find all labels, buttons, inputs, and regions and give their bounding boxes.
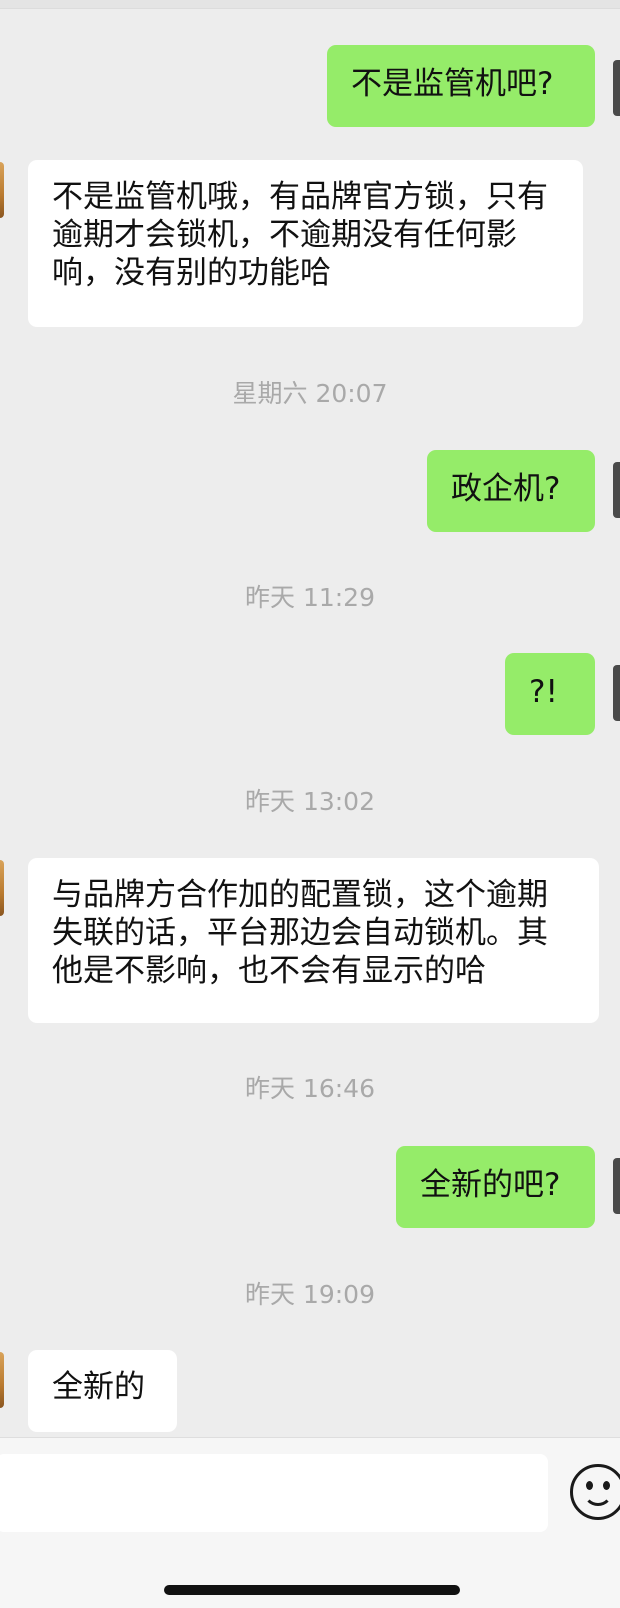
contact-avatar[interactable] <box>0 1352 4 1408</box>
home-indicator <box>164 1585 460 1595</box>
outgoing-message-bubble[interactable]: 政企机? <box>427 450 595 532</box>
timestamp: 昨天 19:09 <box>245 1280 375 1309</box>
timestamp: 星期六 20:07 <box>232 379 388 408</box>
contact-avatar[interactable] <box>0 860 4 916</box>
incoming-message-bubble[interactable]: 全新的 <box>28 1350 177 1432</box>
my-avatar[interactable] <box>613 1158 620 1214</box>
my-avatar[interactable] <box>613 60 620 116</box>
my-avatar[interactable] <box>613 462 620 518</box>
outgoing-message-bubble[interactable]: ?! <box>505 653 595 735</box>
input-bar <box>0 1437 620 1608</box>
smiley-face-icon[interactable] <box>570 1464 620 1520</box>
chat-message-list[interactable]: 不是监管机吧? 不是监管机哦，有品牌官方锁，只有逾期才会锁机，不逾期没有任何影响… <box>0 0 620 1437</box>
contact-avatar[interactable] <box>0 162 4 218</box>
my-avatar[interactable] <box>613 665 620 721</box>
outgoing-message-bubble[interactable]: 不是监管机吧? <box>327 45 595 127</box>
emoji-eye <box>603 1481 610 1490</box>
incoming-message-bubble[interactable]: 与品牌方合作加的配置锁，这个逾期失联的话，平台那边会自动锁机。其他是不影响，也不… <box>28 858 599 1023</box>
message-input[interactable] <box>0 1454 548 1532</box>
outgoing-message-bubble[interactable]: 全新的吧? <box>396 1146 595 1228</box>
emoji-eye <box>586 1481 593 1490</box>
timestamp: 昨天 13:02 <box>245 787 375 816</box>
timestamp: 昨天 16:46 <box>245 1074 375 1103</box>
timestamp: 昨天 11:29 <box>245 583 375 612</box>
emoji-mouth <box>583 1491 613 1506</box>
incoming-message-bubble[interactable]: 不是监管机哦，有品牌官方锁，只有逾期才会锁机，不逾期没有任何影响，没有别的功能哈 <box>28 160 583 327</box>
